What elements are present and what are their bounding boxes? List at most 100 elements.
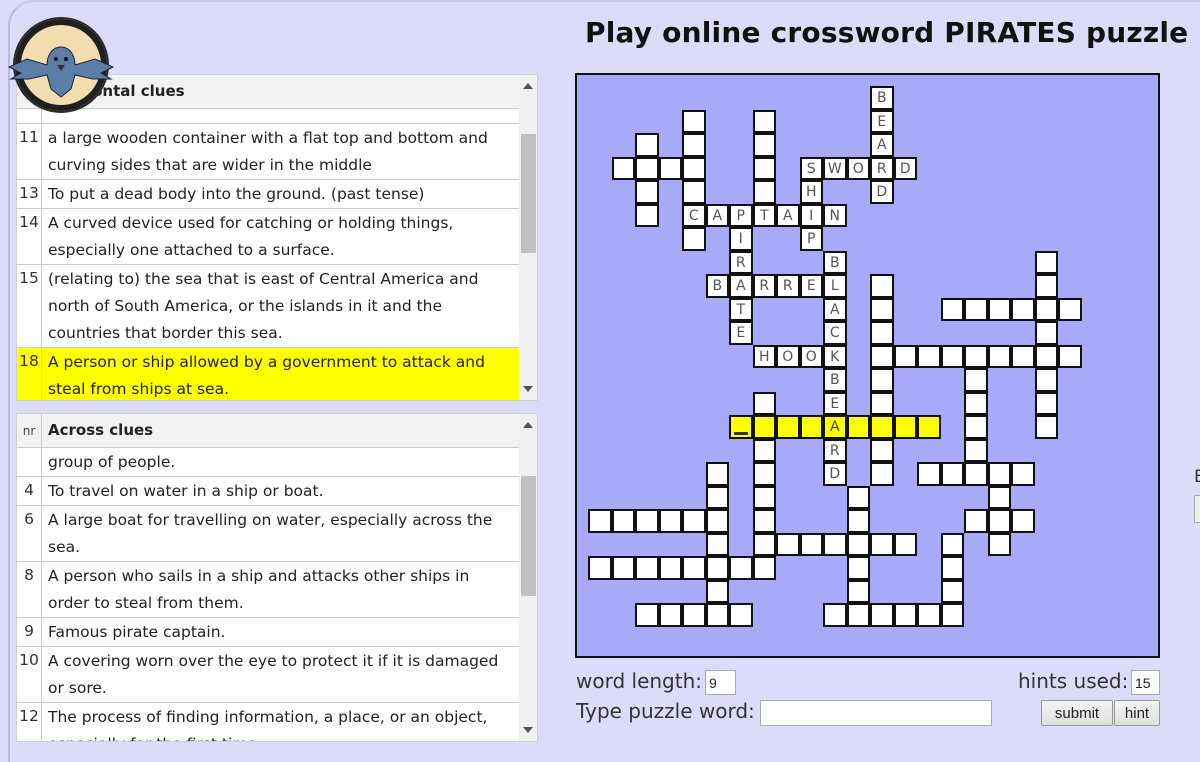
grid-cell[interactable]: E [799,274,823,298]
scroll-down-arrow-icon[interactable] [523,727,533,733]
grid-cell[interactable] [870,391,894,415]
clue-row[interactable]: 13 To put a dead body into the ground. (p… [17,180,519,209]
grid-cell[interactable] [1034,250,1058,274]
grid-cell[interactable] [705,579,729,603]
grid-cell[interactable] [682,109,706,133]
grid-cell[interactable] [752,532,776,556]
grid-cell[interactable] [752,556,776,580]
grid-cell[interactable] [964,297,988,321]
grid-cell[interactable] [823,603,847,627]
grid-cell[interactable]: O [799,344,823,368]
grid-cell[interactable]: R [752,274,776,298]
grid-cell[interactable] [940,556,964,580]
scrollbar-thumb[interactable] [521,476,536,596]
grid-cell[interactable]: A [870,133,894,157]
horizontal-clues-scrollbar[interactable] [519,75,537,400]
grid-cell[interactable] [940,344,964,368]
clue-row[interactable]: 9 Famous pirate captain. [17,618,519,647]
grid-cell[interactable]: R [776,274,800,298]
grid-cell[interactable] [917,344,941,368]
grid-cell[interactable] [611,556,635,580]
horizontal-clue-list[interactable]: 11 a large wooden container with a flat t… [17,109,519,400]
grid-cell[interactable] [752,509,776,533]
grid-cell[interactable] [1011,297,1035,321]
grid-cell[interactable]: B [705,274,729,298]
grid-cell[interactable] [752,462,776,486]
grid-cell[interactable] [635,203,659,227]
grid-cell[interactable] [846,556,870,580]
scroll-up-arrow-icon[interactable] [523,83,533,89]
grid-cell[interactable] [987,485,1011,509]
grid-cell[interactable] [1034,391,1058,415]
clue-row[interactable]: 12 The process of finding information, a … [17,703,519,741]
grid-cell[interactable] [658,509,682,533]
grid-cell[interactable] [870,344,894,368]
grid-cell[interactable] [752,180,776,204]
grid-cell[interactable] [846,579,870,603]
grid-cell[interactable]: R [729,250,753,274]
grid-cell[interactable] [682,509,706,533]
grid-cell[interactable] [729,556,753,580]
grid-cell[interactable] [870,321,894,345]
grid-cell[interactable]: A [705,203,729,227]
grid-cell[interactable] [987,297,1011,321]
grid-cell[interactable]: A [776,203,800,227]
grid-cell[interactable] [870,368,894,392]
grid-cell[interactable] [893,532,917,556]
grid-cell[interactable] [846,485,870,509]
grid-cell[interactable] [846,509,870,533]
clue-row[interactable]: group of people. [17,448,519,477]
submit-button[interactable]: submit [1041,700,1113,726]
across-clue-list[interactable]: group of people. 4 To travel on water in … [17,448,519,741]
grid-cell[interactable]: B [823,250,847,274]
grid-cell[interactable] [964,509,988,533]
grid-cell[interactable]: R [823,438,847,462]
active-grid-cell[interactable] [893,415,917,439]
grid-cell[interactable]: E [729,321,753,345]
active-grid-cell[interactable] [752,415,776,439]
grid-cell[interactable] [1011,509,1035,533]
grid-cell[interactable] [705,556,729,580]
active-grid-cell[interactable] [870,415,894,439]
grid-cell[interactable] [870,274,894,298]
grid-cell[interactable] [658,603,682,627]
scroll-up-arrow-icon[interactable] [523,422,533,428]
grid-cell[interactable]: L [823,274,847,298]
grid-cell[interactable]: P [799,227,823,251]
grid-cell[interactable] [752,438,776,462]
scroll-down-arrow-icon[interactable] [523,386,533,392]
clue-row-selected[interactable]: 18 A person or ship allowed by a governme… [17,348,519,400]
grid-cell[interactable] [611,509,635,533]
clue-row[interactable]: 10 A covering worn over the eye to protec… [17,647,519,703]
grid-cell[interactable] [752,156,776,180]
grid-cell[interactable] [1011,344,1035,368]
grid-cell[interactable] [917,462,941,486]
grid-cell[interactable]: D [823,462,847,486]
across-clues-scrollbar[interactable] [519,414,537,741]
grid-cell[interactable]: D [893,156,917,180]
grid-cell[interactable]: B [870,86,894,110]
active-grid-cell[interactable] [917,415,941,439]
clue-row[interactable]: 15 (relating to) the sea that is east of … [17,265,519,348]
grid-cell[interactable] [846,603,870,627]
grid-cell[interactable] [1011,462,1035,486]
grid-cell[interactable] [1058,297,1082,321]
grid-cell[interactable]: E [870,109,894,133]
grid-cell[interactable] [964,415,988,439]
grid-cell[interactable]: E [823,391,847,415]
grid-cell[interactable] [893,603,917,627]
grid-cell[interactable] [682,556,706,580]
grid-cell[interactable] [658,556,682,580]
grid-cell[interactable] [987,509,1011,533]
scrollbar-thumb[interactable] [521,134,536,253]
grid-cell[interactable]: N [823,203,847,227]
grid-cell[interactable] [682,603,706,627]
grid-cell[interactable]: W [823,156,847,180]
grid-cell[interactable] [870,603,894,627]
active-grid-cell[interactable] [729,415,753,439]
grid-cell[interactable] [1034,321,1058,345]
grid-cell[interactable] [1034,344,1058,368]
grid-cell[interactable] [752,485,776,509]
grid-cell[interactable] [1034,368,1058,392]
clue-row[interactable]: 4 To travel on water in a ship or boat. [17,477,519,506]
